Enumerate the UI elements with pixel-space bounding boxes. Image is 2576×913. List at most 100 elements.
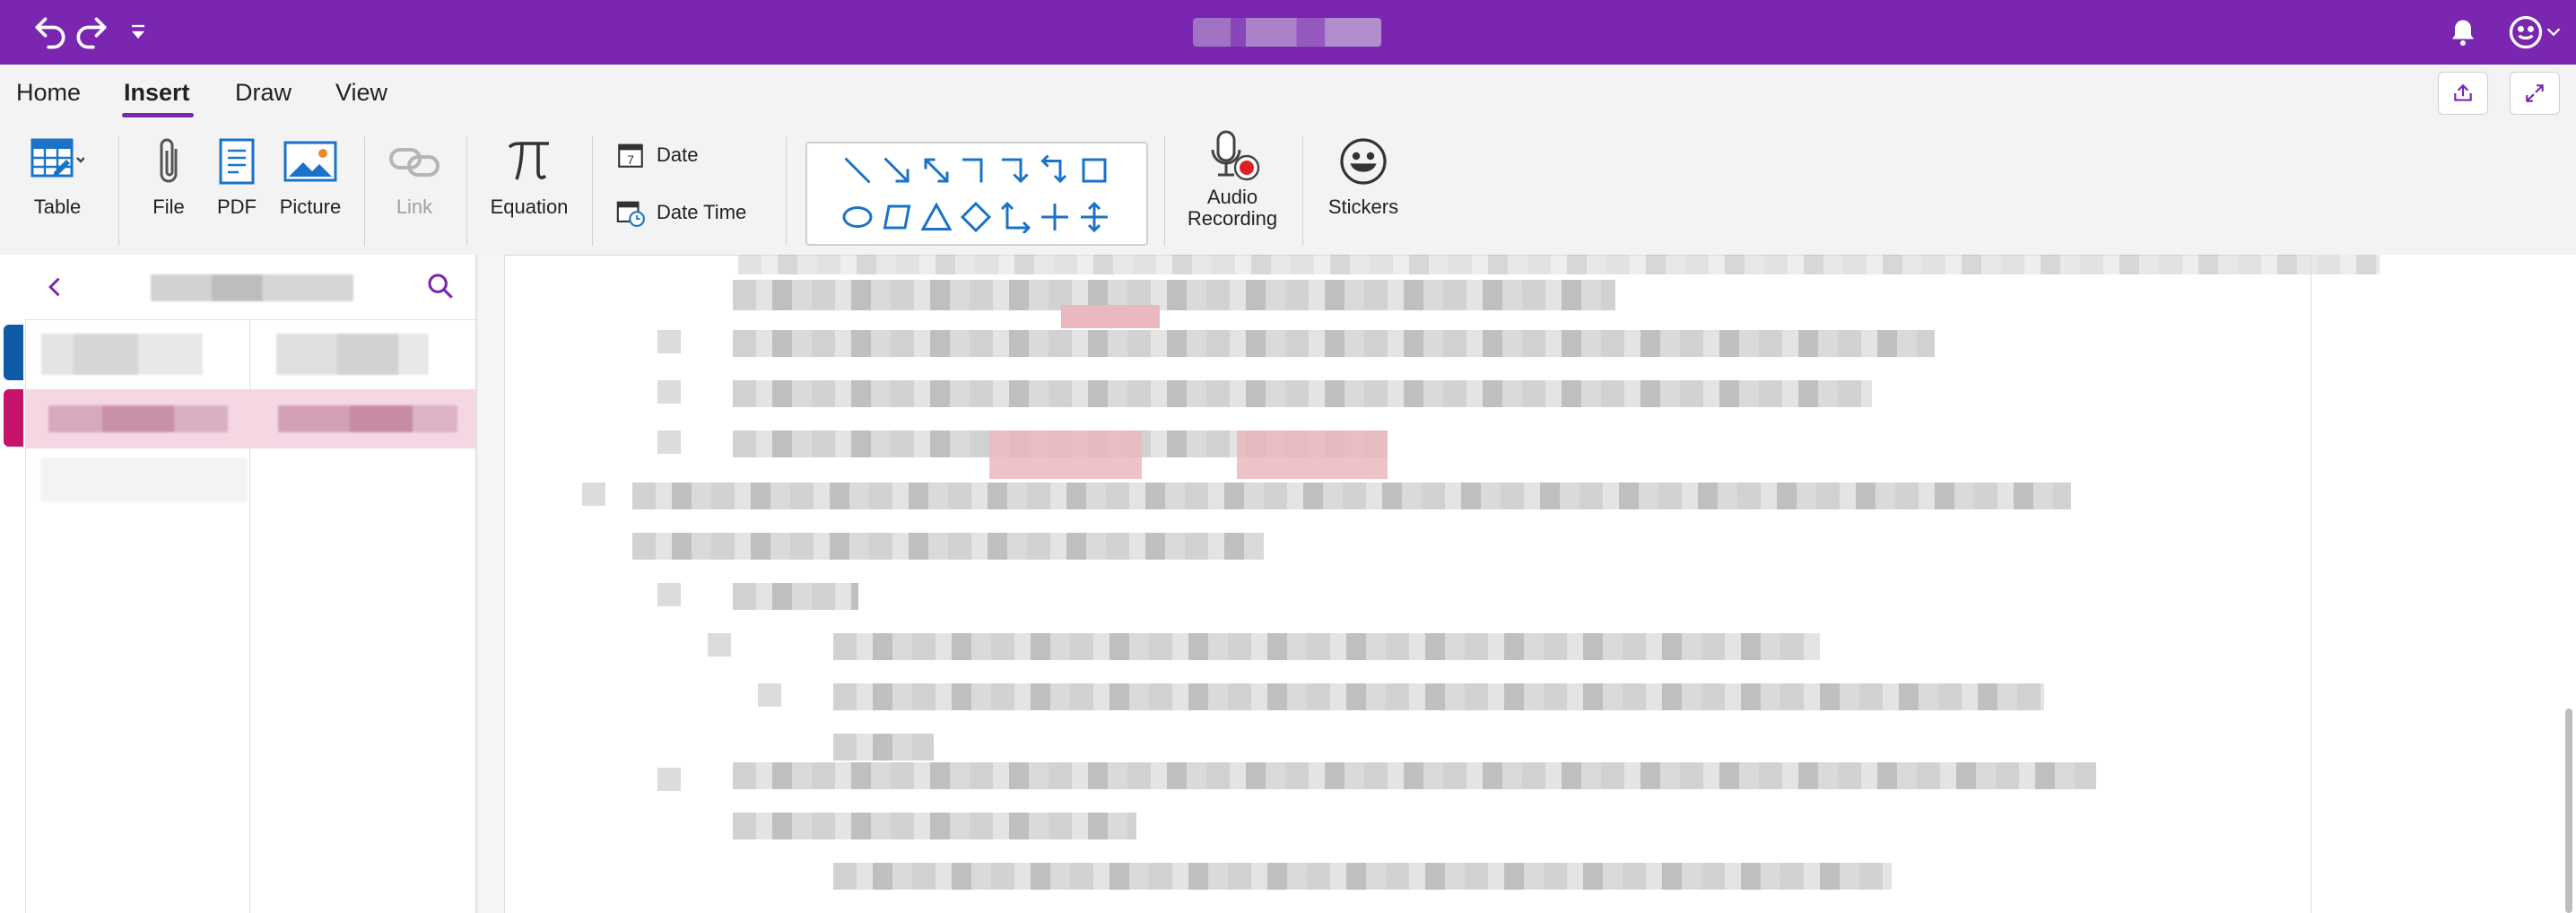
vertical-scrollbar[interactable] (2565, 709, 2572, 913)
text-line (733, 280, 1615, 310)
undo-icon[interactable] (30, 13, 70, 52)
svg-text:7: 7 (627, 153, 634, 168)
page-item[interactable] (276, 334, 429, 375)
ribbon-divider (592, 136, 593, 246)
rectangle-shape-icon[interactable] (1078, 154, 1110, 187)
link-icon (379, 133, 450, 190)
search-icon[interactable] (425, 271, 456, 301)
fullscreen-button[interactable] (2510, 72, 2560, 115)
text-line (733, 762, 2096, 789)
recording-label: Recording (1187, 207, 1278, 230)
diamond-shape-icon[interactable] (960, 201, 992, 233)
back-chevron-icon[interactable] (43, 273, 68, 301)
tab-home[interactable]: Home (16, 79, 81, 107)
audio-label: Audio (1206, 186, 1258, 208)
page-content (505, 255, 2380, 913)
selected-section-row[interactable] (25, 389, 475, 448)
bullet (657, 583, 681, 606)
arrow-shape-icon[interactable] (881, 154, 913, 187)
text-line (733, 813, 1136, 839)
picture-label: Picture (279, 196, 342, 218)
section-header (25, 255, 477, 320)
date-time-label: Date Time (657, 201, 747, 223)
canvas-margin (477, 255, 505, 913)
elbow-arrow-shape-icon[interactable] (999, 154, 1031, 187)
highlighted-text (989, 430, 1142, 479)
selected-section-name (48, 405, 228, 432)
text-line (833, 863, 1892, 890)
tab-draw[interactable]: Draw (235, 79, 292, 107)
section-tab-pink[interactable] (4, 389, 23, 447)
ribbon-divider (118, 136, 119, 246)
parallelogram-shape-icon[interactable] (881, 201, 913, 233)
pdf-icon (210, 133, 264, 190)
share-button[interactable] (2438, 72, 2488, 115)
tab-view[interactable]: View (335, 79, 387, 107)
file-label: File (152, 196, 185, 218)
bullet (657, 430, 681, 454)
ribbon-divider (1302, 136, 1303, 246)
insert-date-time-button[interactable]: Date Time (615, 197, 746, 228)
ellipse-shape-icon[interactable] (841, 201, 874, 233)
text-line (733, 380, 1872, 407)
text-line (632, 533, 1264, 560)
list-item[interactable] (41, 457, 248, 502)
bell-icon[interactable] (2447, 16, 2479, 48)
customize-toolbar-icon[interactable] (126, 20, 151, 45)
insert-table-button[interactable]: Table (14, 133, 100, 219)
ribbon-divider (786, 136, 787, 246)
canvas-right-margin (2311, 255, 2576, 913)
elbow-connector-shape-icon[interactable] (960, 154, 992, 187)
insert-date-button[interactable]: 7 Date (615, 140, 698, 170)
ribbon-tabs: Home Insert Draw View (0, 65, 2576, 120)
text-line (733, 583, 858, 610)
calendar-clock-icon (616, 201, 645, 227)
redo-icon[interactable] (72, 13, 111, 52)
selected-page-name (278, 405, 457, 432)
stickers-label: Stickers (1327, 196, 1399, 218)
stickers-button[interactable]: Stickers (1318, 133, 1408, 219)
bullet (758, 683, 781, 707)
tab-insert[interactable]: Insert (124, 79, 190, 107)
axes-shape-icon[interactable] (999, 201, 1031, 233)
share-icon (2454, 83, 2472, 101)
insert-equation-button[interactable]: Equation (483, 133, 576, 219)
paperclip-icon (142, 133, 196, 190)
cross-axes-shape-icon[interactable] (1039, 201, 1071, 233)
smiley-sticker-icon (1318, 133, 1408, 190)
cross-arrows-shape-icon[interactable] (1078, 201, 1110, 233)
bullet (657, 330, 681, 353)
section-tab-blue[interactable] (4, 325, 23, 380)
microphone-record-icon (1179, 129, 1286, 187)
active-tab-indicator (122, 113, 194, 117)
calendar-icon: 7 (618, 143, 643, 168)
insert-picture-button[interactable]: Picture (274, 133, 346, 219)
insert-link-button[interactable]: Link (379, 133, 450, 219)
notebook-name (151, 274, 353, 301)
text-line (738, 255, 2380, 274)
text-line (833, 683, 2044, 710)
text-line (833, 633, 1820, 660)
highlighted-text (1237, 430, 1388, 479)
audio-recording-button[interactable]: Audio Recording (1179, 129, 1286, 230)
account-smiley-icon[interactable] (2506, 13, 2546, 52)
text-line (833, 734, 934, 761)
line-shape-icon[interactable] (841, 154, 874, 187)
document-title (1193, 18, 1381, 47)
section-item[interactable] (41, 334, 203, 375)
triangle-shape-icon[interactable] (920, 201, 953, 233)
highlighted-text (1061, 305, 1160, 328)
table-label: Table (33, 196, 82, 218)
table-icon (14, 133, 100, 190)
ribbon-divider (1164, 136, 1165, 246)
picture-icon (274, 133, 346, 190)
insert-file-button[interactable]: File (142, 133, 196, 219)
double-arrow-shape-icon[interactable] (920, 154, 953, 187)
pdf-label: PDF (217, 196, 257, 218)
insert-pdf-button[interactable]: PDF (210, 133, 264, 219)
bullet (657, 380, 681, 404)
chevron-down-icon[interactable] (2544, 22, 2563, 41)
link-label: Link (396, 196, 433, 218)
elbow-double-arrow-shape-icon[interactable] (1039, 154, 1071, 187)
bullet (582, 483, 605, 506)
